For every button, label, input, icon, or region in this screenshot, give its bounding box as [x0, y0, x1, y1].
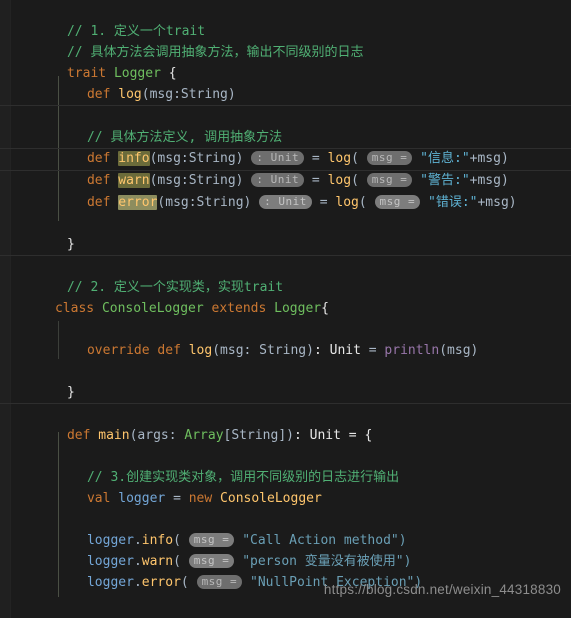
code-line[interactable]: val logger = new ConsoleLogger	[0, 467, 571, 506]
code-line[interactable]: // 3.创建实现类对象，调用不同级别的日志进行输出	[0, 446, 571, 485]
code-line[interactable]: class ConsoleLogger extends Logger{	[0, 277, 571, 316]
code-line-blank[interactable]	[0, 488, 571, 509]
code-line[interactable]: // 1. 定义一个trait	[0, 0, 571, 39]
code-line[interactable]: // 具体方法会调用抽象方法，输出不同级别的日志	[0, 21, 571, 60]
code-line[interactable]: // 2. 定义一个实现类，实现trait	[0, 255, 571, 295]
code-line-blank[interactable]	[0, 425, 571, 446]
code-line-blank[interactable]	[0, 84, 571, 105]
code-line-blank[interactable]	[0, 298, 571, 319]
code-line-blank[interactable]	[0, 382, 571, 403]
code-line[interactable]: def warn(msg:String) : Unit = log( msg =…	[0, 148, 571, 188]
code-line[interactable]: trait Logger {	[0, 42, 571, 81]
code-line[interactable]: def error(msg:String) : Unit = log( msg …	[0, 170, 571, 210]
code-editor[interactable]: // 1. 定义一个trait // 具体方法会调用抽象方法，输出不同级别的日志…	[0, 0, 571, 618]
code-line[interactable]: def info(msg:String) : Unit = log( msg =…	[0, 127, 571, 166]
code-line[interactable]: logger.info( msg = "Call Action method")	[0, 509, 571, 548]
code-line[interactable]: def log(msg:String)	[0, 63, 571, 102]
code-line[interactable]: }	[0, 361, 571, 400]
watermark-url: https://blog.csdn.net/weixin_44318830	[323, 582, 561, 597]
code-line[interactable]: def main(args: Array[String]): Unit = {	[0, 403, 571, 443]
code-line[interactable]: // 具体方法定义, 调用抽象方法	[0, 105, 571, 145]
code-line[interactable]: override def log(msg: String): Unit = pr…	[0, 319, 571, 358]
code-line[interactable]: }	[0, 213, 571, 252]
code-line[interactable]: logger.warn( msg = "person 变量没有被使用")	[0, 530, 571, 569]
code-line-blank[interactable]	[0, 340, 571, 361]
code-content[interactable]: // 1. 定义一个trait // 具体方法会调用抽象方法，输出不同级别的日志…	[0, 0, 571, 618]
code-line-blank[interactable]	[0, 192, 571, 213]
code-line-blank[interactable]	[0, 234, 571, 255]
code-line[interactable]: logger.error( msg = "NullPoint Exception…	[0, 551, 571, 590]
